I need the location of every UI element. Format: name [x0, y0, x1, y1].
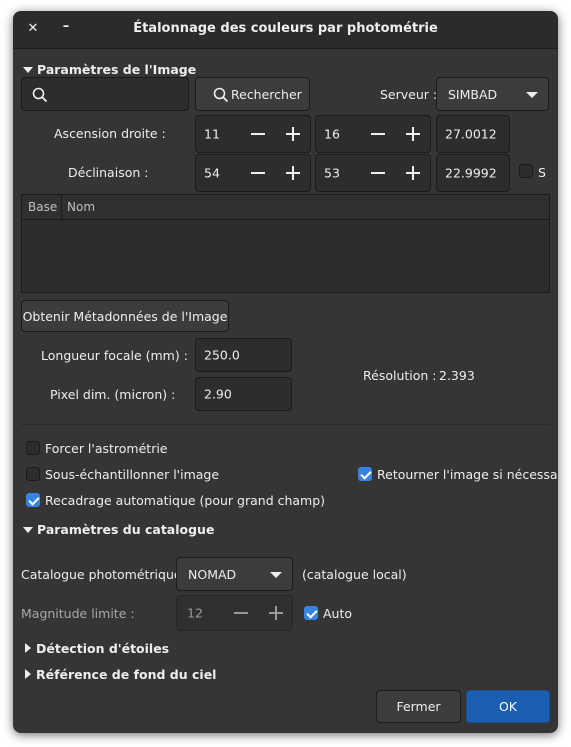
mag-limit-label: Magnitude limite : [21, 606, 135, 621]
ok-button[interactable]: OK [466, 690, 550, 723]
search-button-label: Rechercher [231, 87, 302, 102]
catalog-dropdown[interactable]: NOMAD [176, 557, 293, 591]
pixel-size-input[interactable]: 2.90 [195, 377, 292, 411]
section-image-params-label: Paramètres de l'Image [37, 62, 197, 77]
dec-degrees-increment[interactable] [277, 154, 309, 192]
ok-button-label: OK [498, 699, 518, 714]
server-label: Serveur : [380, 87, 438, 102]
search-button[interactable]: Rechercher [195, 77, 310, 111]
server-value: SIMBAD [448, 87, 498, 102]
section-star-detection[interactable]: Détection d'étoiles [25, 641, 169, 656]
section-catalog-label: Paramètres du catalogue [37, 522, 215, 537]
mag-limit-increment[interactable] [260, 594, 292, 632]
get-metadata-button[interactable]: Obtenir Métadonnées de l'Image [21, 300, 229, 332]
expander-closed-icon [25, 643, 31, 653]
catalog-label: Catalogue photométrique : [21, 567, 190, 582]
pixel-size-value: 2.90 [204, 386, 232, 402]
focal-length-input[interactable]: 250.0 [195, 338, 292, 372]
dec-seconds-value: 22.9992 [445, 165, 497, 181]
section-sky-background[interactable]: Référence de fond du ciel [25, 667, 216, 682]
pixel-size-label: Pixel dim. (micron) : [50, 387, 176, 402]
search-icon [32, 87, 48, 103]
flip-image-checkbox[interactable] [358, 467, 372, 481]
dialog-window: ✕ – Étalonnage des couleurs par photomét… [13, 11, 558, 733]
flip-image-label: Retourner l'image si nécessaire [377, 467, 558, 482]
results-table[interactable]: Base Nom [21, 194, 550, 293]
ra-hours-decrement[interactable] [242, 115, 274, 153]
resolution-value: 2.393 [439, 368, 475, 383]
downsample-checkbox[interactable] [26, 467, 40, 481]
ra-minutes-value: 16 [324, 126, 340, 142]
ra-seconds-value: 27.0012 [445, 126, 497, 142]
expander-closed-icon [25, 669, 31, 679]
column-header-nom[interactable]: Nom [67, 200, 95, 214]
force-astrometry-label: Forcer l'astrométrie [45, 441, 168, 456]
get-metadata-label: Obtenir Métadonnées de l'Image [22, 309, 228, 324]
dec-seconds-field[interactable]: 22.9992 [436, 154, 510, 192]
column-header-base[interactable]: Base [28, 200, 57, 214]
autocrop-label: Recadrage automatique (pour grand champ) [45, 493, 326, 508]
expander-open-icon [23, 67, 33, 73]
ra-minutes-increment[interactable] [397, 115, 429, 153]
column-divider [61, 195, 62, 219]
search-icon [213, 87, 229, 103]
ra-minutes-spinner[interactable]: 16 [315, 115, 431, 153]
expander-open-icon [23, 527, 33, 533]
catalog-value: NOMAD [188, 567, 237, 582]
dec-degrees-value: 54 [204, 165, 220, 181]
dec-degrees-spinner[interactable]: 54 [195, 154, 311, 192]
dec-label: Déclinaison : [68, 165, 149, 180]
server-dropdown[interactable]: SIMBAD [436, 77, 549, 111]
focal-length-value: 250.0 [204, 347, 240, 363]
search-input[interactable] [21, 77, 189, 111]
ra-label: Ascension droite : [54, 126, 166, 141]
section-catalog-params[interactable]: Paramètres du catalogue [23, 522, 214, 537]
dec-minutes-decrement[interactable] [362, 154, 394, 192]
south-label: S [538, 165, 546, 180]
dec-minutes-increment[interactable] [397, 154, 429, 192]
ra-minutes-decrement[interactable] [362, 115, 394, 153]
ra-hours-spinner[interactable]: 11 [195, 115, 311, 153]
dec-minutes-value: 53 [324, 165, 340, 181]
title-bar: ✕ – Étalonnage des couleurs par photomét… [13, 11, 558, 49]
auto-maglimit-checkbox[interactable] [304, 606, 318, 620]
resolution-label: Résolution : [363, 368, 437, 383]
ra-hours-increment[interactable] [277, 115, 309, 153]
ra-hours-value: 11 [204, 126, 220, 142]
auto-maglimit-label: Auto [323, 606, 353, 621]
dec-degrees-decrement[interactable] [242, 154, 274, 192]
mag-limit-decrement[interactable] [225, 594, 257, 632]
section-image-params[interactable]: Paramètres de l'Image [23, 62, 196, 77]
close-button[interactable]: Fermer [376, 690, 461, 723]
ra-seconds-field[interactable]: 27.0012 [436, 115, 510, 153]
chevron-down-icon [270, 572, 282, 578]
focal-length-label: Longueur focale (mm) : [41, 348, 188, 363]
south-checkbox[interactable] [519, 164, 533, 178]
mag-limit-spinner[interactable]: 12 [176, 595, 293, 631]
close-button-label: Fermer [396, 699, 441, 714]
separator [21, 424, 550, 425]
table-header: Base Nom [22, 195, 549, 220]
dec-minutes-spinner[interactable]: 53 [315, 154, 431, 192]
window-title: Étalonnage des couleurs par photométrie [133, 21, 438, 36]
section-sky-background-label: Référence de fond du ciel [36, 667, 217, 682]
autocrop-checkbox[interactable] [26, 493, 40, 507]
force-astrometry-checkbox[interactable] [26, 441, 40, 455]
chevron-down-icon [526, 92, 538, 98]
catalog-note: (catalogue local) [302, 567, 407, 582]
downsample-label: Sous-échantillonner l'image [45, 467, 220, 482]
section-star-detection-label: Détection d'étoiles [36, 641, 170, 656]
mag-limit-value: 12 [187, 605, 203, 621]
